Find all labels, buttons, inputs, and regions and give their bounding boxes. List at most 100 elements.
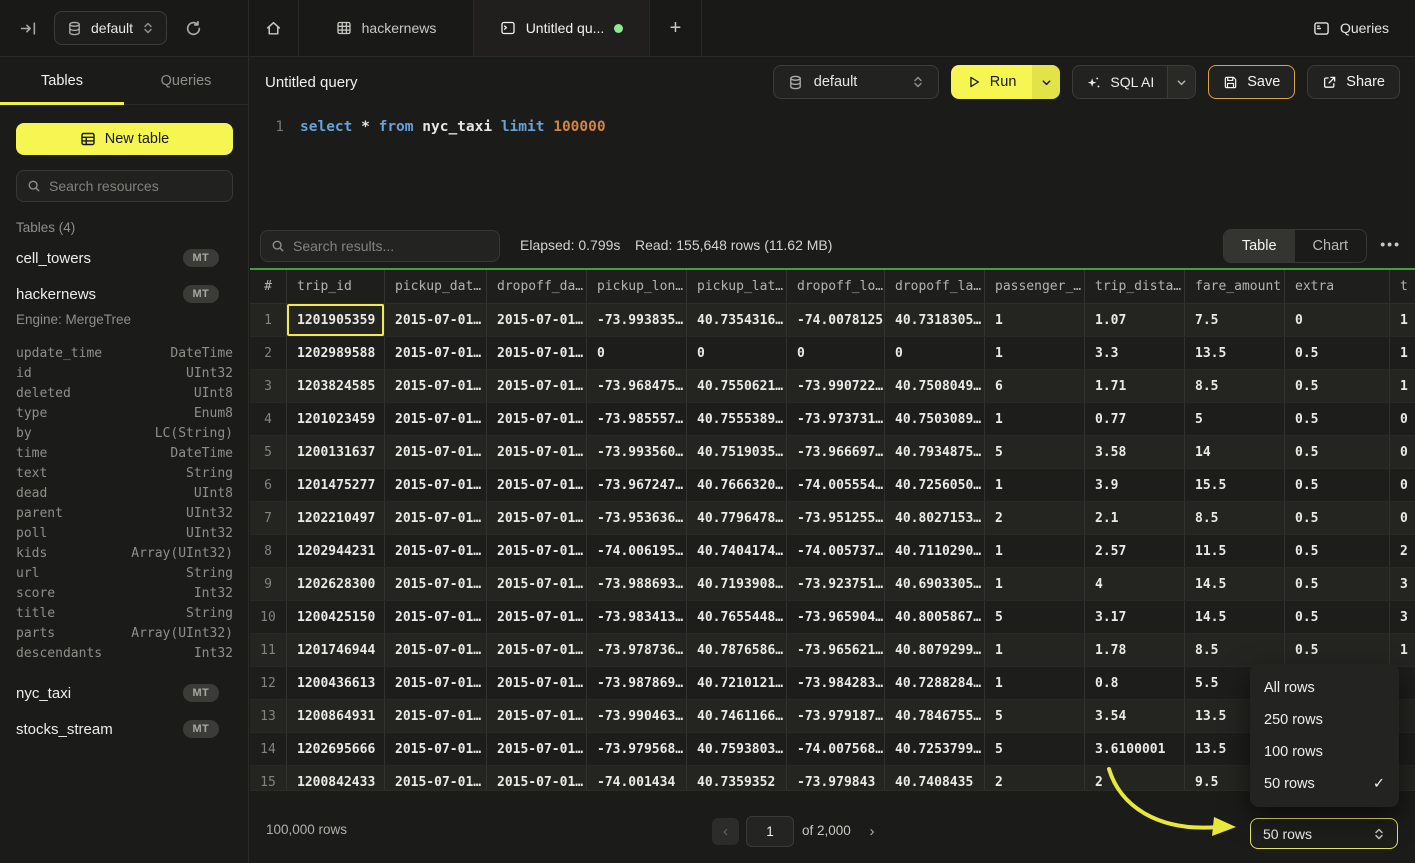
table-cell[interactable]: -73.979843 bbox=[787, 766, 885, 790]
table-cell[interactable]: 7.5 bbox=[1185, 304, 1285, 336]
table-cell[interactable]: 40.7796478… bbox=[687, 502, 787, 534]
table-cell[interactable]: 2015-07-01… bbox=[385, 535, 487, 567]
run-button[interactable]: Run bbox=[951, 65, 1061, 99]
table-cell[interactable]: -73.967247… bbox=[587, 469, 687, 501]
table-cell[interactable]: 1 bbox=[1390, 304, 1415, 336]
view-toggle-table[interactable]: Table bbox=[1224, 230, 1295, 262]
run-button-main[interactable]: Run bbox=[951, 65, 1033, 99]
table-cell[interactable]: 1 bbox=[1390, 634, 1415, 666]
table-cell[interactable]: 1.07 bbox=[1085, 304, 1185, 336]
page-size-option[interactable]: All rows bbox=[1250, 672, 1399, 704]
search-resources-input[interactable] bbox=[49, 178, 230, 194]
table-cell[interactable]: 15.5 bbox=[1185, 469, 1285, 501]
queries-shortcut[interactable]: Queries bbox=[1313, 0, 1389, 56]
table-cell[interactable]: 0.5 bbox=[1285, 634, 1390, 666]
table-cell[interactable]: 0.5 bbox=[1285, 535, 1390, 567]
table-cell[interactable]: -73.983413… bbox=[587, 601, 687, 633]
search-results-input[interactable] bbox=[293, 238, 489, 254]
table-cell[interactable]: -73.993560… bbox=[587, 436, 687, 468]
save-button[interactable]: Save bbox=[1208, 65, 1295, 99]
page-size-option[interactable]: 50 rows✓ bbox=[1250, 768, 1399, 800]
column-header[interactable]: extra bbox=[1285, 270, 1390, 303]
table-cell[interactable]: 2015-07-01… bbox=[385, 304, 487, 336]
table-cell[interactable]: 40.7503089… bbox=[885, 403, 985, 435]
table-cell[interactable]: -73.978736… bbox=[587, 634, 687, 666]
table-cell[interactable]: 1201905359 bbox=[287, 304, 385, 336]
table-cell[interactable]: 40.6903305… bbox=[885, 568, 985, 600]
table-cell[interactable]: 14.5 bbox=[1185, 601, 1285, 633]
table-cell[interactable]: 2015-07-01… bbox=[385, 634, 487, 666]
table-cell[interactable]: 1202944231 bbox=[287, 535, 385, 567]
table-cell[interactable]: 40.7253799… bbox=[885, 733, 985, 765]
table-cell[interactable]: 1.78 bbox=[1085, 634, 1185, 666]
table-cell[interactable]: 0 bbox=[885, 337, 985, 369]
sql-ai-button[interactable]: SQL AI bbox=[1072, 65, 1196, 99]
table-cell[interactable]: 0 bbox=[1285, 304, 1390, 336]
database-selector[interactable]: default bbox=[54, 11, 167, 45]
table-cell[interactable]: -73.985557… bbox=[587, 403, 687, 435]
table-cell[interactable]: 40.8005867… bbox=[885, 601, 985, 633]
table-cell[interactable]: 40.7550621… bbox=[687, 370, 787, 402]
table-cell[interactable]: 40.7354316… bbox=[687, 304, 787, 336]
table-cell[interactable]: 2015-07-01… bbox=[385, 700, 487, 732]
table-cell[interactable]: 0.5 bbox=[1285, 469, 1390, 501]
table-cell[interactable]: 1 bbox=[985, 634, 1085, 666]
results-more-menu-icon[interactable]: ••• bbox=[1380, 236, 1401, 252]
table-cell[interactable]: -73.979187… bbox=[787, 700, 885, 732]
sidebar-tab-queries[interactable]: Queries bbox=[124, 57, 248, 104]
table-cell[interactable]: 0.5 bbox=[1285, 403, 1390, 435]
column-header[interactable]: dropoff_lo… bbox=[787, 270, 885, 303]
table-cell[interactable]: 1202210497 bbox=[287, 502, 385, 534]
table-cell[interactable]: 2015-07-01… bbox=[487, 766, 587, 790]
table-cell[interactable]: 40.7876586… bbox=[687, 634, 787, 666]
table-cell[interactable]: 0.5 bbox=[1285, 337, 1390, 369]
table-cell[interactable]: 1 bbox=[985, 568, 1085, 600]
table-cell[interactable]: 40.7256050… bbox=[885, 469, 985, 501]
table-cell[interactable]: -74.001434 bbox=[587, 766, 687, 790]
table-cell[interactable]: 2015-07-01… bbox=[385, 766, 487, 790]
table-cell[interactable]: 5 bbox=[1185, 403, 1285, 435]
table-cell[interactable]: 40.7666320… bbox=[687, 469, 787, 501]
table-cell[interactable]: 1200864931 bbox=[287, 700, 385, 732]
collapse-sidebar-icon[interactable] bbox=[14, 14, 42, 42]
table-cell[interactable]: -73.987869… bbox=[587, 667, 687, 699]
table-cell[interactable]: 2015-07-01… bbox=[487, 601, 587, 633]
table-cell[interactable]: 2015-07-01… bbox=[487, 403, 587, 435]
column-header[interactable]: pickup_lat… bbox=[687, 270, 787, 303]
sql-editor[interactable]: 1 select * from nyc_taxi limit 100000 bbox=[250, 107, 1415, 222]
table-cell[interactable]: 1 bbox=[1390, 337, 1415, 369]
table-cell[interactable]: 5 bbox=[985, 733, 1085, 765]
table-cell[interactable]: 40.7846755… bbox=[885, 700, 985, 732]
table-item-stocks-stream[interactable]: stocks_stream MT bbox=[0, 711, 249, 747]
table-cell[interactable]: 13.5 bbox=[1185, 337, 1285, 369]
table-cell[interactable]: 40.7408435 bbox=[885, 766, 985, 790]
table-cell[interactable]: 40.7193908… bbox=[687, 568, 787, 600]
table-cell[interactable]: 8.5 bbox=[1185, 370, 1285, 402]
sql-ai-caret[interactable] bbox=[1167, 66, 1195, 98]
column-header[interactable]: trip_id bbox=[287, 270, 385, 303]
table-cell[interactable]: 1202989588 bbox=[287, 337, 385, 369]
table-cell[interactable]: -73.993835… bbox=[587, 304, 687, 336]
tab-untitled-query[interactable]: Untitled qu... bbox=[474, 0, 650, 56]
table-cell[interactable]: 2015-07-01… bbox=[487, 436, 587, 468]
column-header[interactable]: trip_dista… bbox=[1085, 270, 1185, 303]
table-cell[interactable]: 8.5 bbox=[1185, 634, 1285, 666]
table-cell[interactable]: 2015-07-01… bbox=[385, 469, 487, 501]
refresh-icon[interactable] bbox=[179, 14, 207, 42]
table-cell[interactable]: 0.5 bbox=[1285, 502, 1390, 534]
tab-home[interactable] bbox=[249, 0, 299, 56]
table-cell[interactable]: 2015-07-01… bbox=[487, 304, 587, 336]
table-cell[interactable]: 2015-07-01… bbox=[385, 601, 487, 633]
page-size-option[interactable]: 100 rows bbox=[1250, 736, 1399, 768]
table-cell[interactable]: 5 bbox=[985, 601, 1085, 633]
table-item-hackernews[interactable]: hackernews MT bbox=[0, 276, 249, 312]
table-cell[interactable]: 0 bbox=[1390, 403, 1415, 435]
table-cell[interactable]: 6 bbox=[985, 370, 1085, 402]
table-cell[interactable]: 40.8027153… bbox=[885, 502, 985, 534]
table-cell[interactable]: -73.968475… bbox=[587, 370, 687, 402]
table-cell[interactable]: -73.923751… bbox=[787, 568, 885, 600]
query-database-selector[interactable]: default bbox=[773, 65, 939, 99]
table-cell[interactable]: 40.7934875… bbox=[885, 436, 985, 468]
column-header[interactable]: dropoff_la… bbox=[885, 270, 985, 303]
page-size-select[interactable]: 50 rows bbox=[1250, 818, 1398, 849]
